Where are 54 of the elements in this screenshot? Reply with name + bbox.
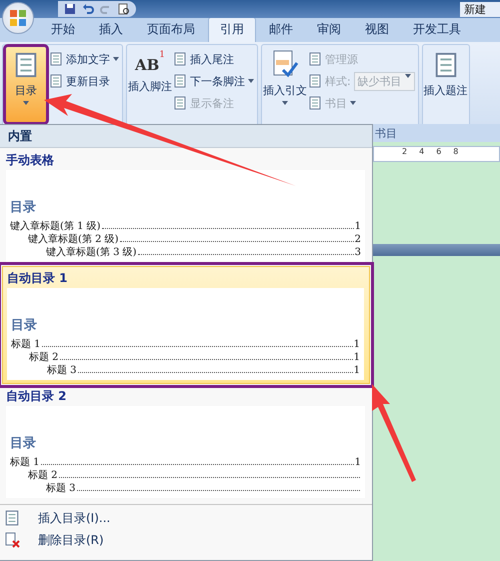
document-icon bbox=[49, 52, 63, 66]
window-title: 新建 bbox=[460, 2, 500, 16]
menu-header: 内置 bbox=[0, 125, 372, 148]
group-label: 书目 bbox=[375, 126, 397, 140]
toc-entry: 标题 3 1 bbox=[46, 364, 360, 376]
ruler: 2 4 6 8 bbox=[373, 146, 500, 162]
document-icon bbox=[173, 52, 187, 66]
document-icon bbox=[13, 50, 39, 80]
document-icon bbox=[173, 96, 187, 110]
ribbon-tab[interactable]: 视图 bbox=[354, 18, 400, 42]
ribbon-button[interactable]: 更新目录 bbox=[49, 71, 119, 91]
toc-gallery-item[interactable]: 自动目录 2 目录 标题 1 1 标题 2 标题 3 bbox=[2, 385, 370, 501]
toc-entry: 标题 2 1 bbox=[28, 350, 360, 363]
footnote-icon-text: AB bbox=[134, 56, 160, 74]
document-icon bbox=[4, 510, 20, 526]
toc-entry: 标题 2 bbox=[10, 468, 361, 481]
toc-gallery-item[interactable]: 手动表格 目录 键入章标题(第 1 级) 1 键入章标题(第 2 级) 2 键入章标题(第 3 级) 3 bbox=[2, 149, 370, 265]
ribbon-tab[interactable]: 开发工具 bbox=[402, 18, 472, 42]
ribbon-button[interactable]: 下一条脚注 bbox=[173, 71, 254, 91]
ribbon-tab[interactable]: 开始 bbox=[40, 18, 86, 42]
ribbon-tab[interactable]: 插入 bbox=[88, 18, 134, 42]
ribbon-tab[interactable]: 页面布局 bbox=[136, 18, 206, 42]
footnote-number: 1 bbox=[159, 50, 166, 60]
menu-item[interactable]: 删除目录(R) bbox=[0, 529, 372, 551]
toc-entry: 标题 1 1 bbox=[10, 456, 361, 468]
ribbon-button[interactable]: 插入尾注 bbox=[173, 49, 254, 69]
squares-logo bbox=[9, 9, 27, 27]
document-icon bbox=[173, 74, 187, 88]
ribbon-tab[interactable]: 邮件 bbox=[258, 18, 304, 42]
undo-icon[interactable] bbox=[82, 3, 94, 15]
toc-entry: 键入章标题(第 1 级) 1 bbox=[10, 220, 361, 232]
toc-entry: 键入章标题(第 3 级) 3 bbox=[45, 246, 361, 258]
toc-entry: 标题 3 bbox=[10, 481, 361, 494]
toc-heading: 目录 bbox=[10, 199, 37, 216]
document-icon bbox=[308, 52, 322, 66]
document-icon bbox=[308, 74, 322, 88]
toc-heading: 目录 bbox=[10, 435, 37, 452]
document-icon bbox=[49, 74, 63, 88]
ribbon-button[interactable]: 添加文字 bbox=[49, 49, 119, 69]
save-icon[interactable] bbox=[64, 3, 76, 15]
toc-entry: 键入章标题(第 2 级) 2 bbox=[27, 232, 361, 245]
print-preview-icon[interactable] bbox=[118, 3, 130, 15]
ribbon-tab[interactable]: 审阅 bbox=[306, 18, 352, 42]
office-button[interactable] bbox=[2, 2, 34, 34]
document-icon bbox=[308, 96, 322, 110]
menu-item[interactable]: 插入目录(I)... bbox=[0, 507, 372, 529]
toc-heading: 目录 bbox=[11, 317, 38, 334]
toc-entry: 标题 1 1 bbox=[11, 338, 360, 350]
ribbon-big-button[interactable]: 目录 bbox=[6, 47, 46, 122]
ribbon-big-button[interactable]: 插入引文 bbox=[265, 47, 305, 122]
document-delete-icon bbox=[4, 532, 20, 548]
ribbon-tab[interactable]: 引用 bbox=[208, 17, 256, 42]
document-check-icon bbox=[271, 50, 299, 80]
ribbon-big-button[interactable]: 插入题注 bbox=[426, 47, 466, 122]
